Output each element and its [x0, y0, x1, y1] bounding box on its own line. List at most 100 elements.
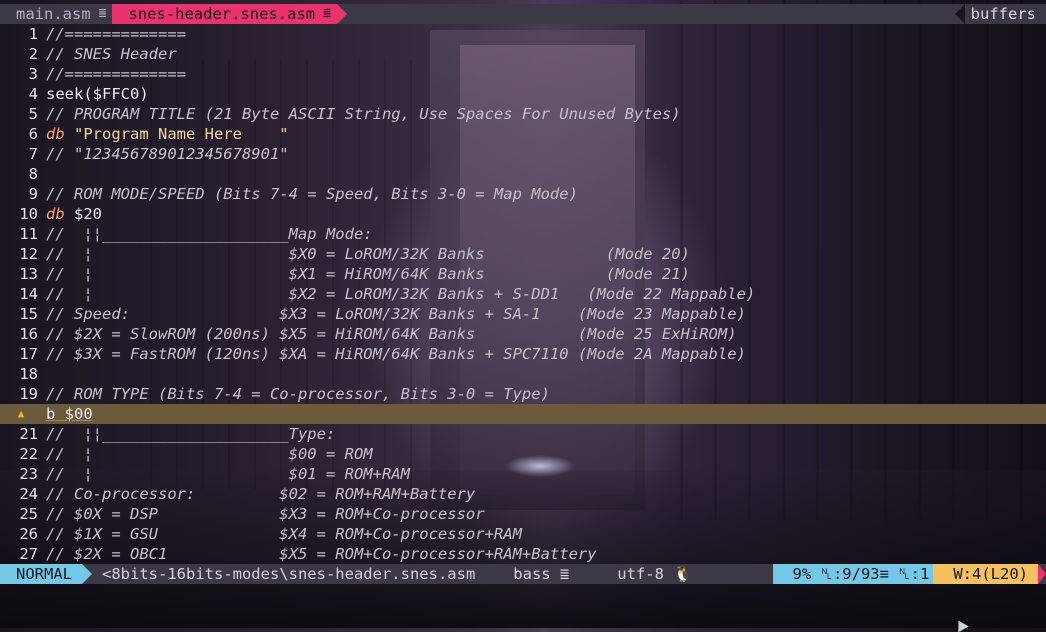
code-token: // ROM MODE/SPEED (Bits 7-4 = Speed, Bit… [46, 185, 578, 203]
line-number: 27 [19, 545, 38, 563]
file-lines-icon: ≣ [323, 6, 331, 21]
code-line[interactable]: 22 // ¦ $00 = ROM [0, 444, 1046, 464]
code-text: db $20 [46, 204, 102, 224]
line-number: 22 [19, 445, 38, 463]
code-token: b $00 [46, 405, 93, 423]
code-text: // ¦ $X0 = LoROM/32K Banks (Mode 20) [46, 244, 690, 264]
status-end-cap [1038, 564, 1046, 584]
status-filepath: <8bits-16bits-modes\snes-header.snes.asm [102, 565, 476, 583]
line-number: 18 [19, 365, 38, 383]
buffers-label[interactable]: buffers [950, 4, 1046, 24]
code-line[interactable]: 21 // ¦¦____________________Type: [0, 424, 1046, 444]
code-token: // ¦ $00 = ROM [46, 445, 373, 463]
line-number: 6 [28, 125, 38, 143]
status-warning: W:4(L20) [933, 564, 1038, 584]
code-line[interactable]: 27 // $2X = OBC1 $X5 = ROM+Co-processor+R… [0, 544, 1046, 564]
code-text: // Speed: $X3 = LoROM/32K Banks + SA-1 (… [46, 304, 746, 324]
code-token: //============= [46, 25, 186, 43]
code-line[interactable]: 26 // $1X = GSU $X4 = ROM+Co-processor+RA… [0, 524, 1046, 544]
code-line[interactable]: 19 // ROM TYPE (Bits 7-4 = Co-processor, … [0, 384, 1046, 404]
code-token: // Speed: $X3 = LoROM/32K Banks + SA-1 (… [46, 305, 746, 323]
code-token: // ¦ $X0 = LoROM/32K Banks (Mode 20) [46, 245, 690, 263]
code-line[interactable]: 11 // ¦¦____________________Map Mode: [0, 224, 1046, 244]
code-text: // ¦ $00 = ROM [46, 444, 373, 464]
line-number: 19 [19, 385, 38, 403]
line-number: 14 [19, 285, 38, 303]
code-line[interactable]: 8 [0, 164, 1046, 184]
code-token: // $0X = DSP $X3 = ROM+Co-processor [46, 505, 485, 523]
line-number: 25 [19, 505, 38, 523]
mouse-pointer-icon [953, 617, 969, 632]
line-number: 23 [19, 465, 38, 483]
line-number: 16 [19, 325, 38, 343]
code-token: db [46, 125, 65, 143]
code-token: // PROGRAM TITLE (21 Byte ASCII String, … [46, 105, 681, 123]
code-line[interactable]: 23 // ¦ $01 = ROM+RAM [0, 464, 1046, 484]
code-line[interactable]: 3 //============= [0, 64, 1046, 84]
code-text: // "123456789012345678901" [46, 144, 289, 164]
code-line[interactable]: 24 // Co-processor: $02 = ROM+RAM+Battery [0, 484, 1046, 504]
line-number: 2 [28, 45, 38, 63]
tab-label: snes-header.snes.asm [128, 5, 316, 23]
code-text: // ¦ $X1 = HiROM/64K Banks (Mode 21) [46, 264, 690, 284]
code-text: // $3X = FastROM (120ns) $XA = HiROM/64K… [46, 344, 746, 364]
code-text: // $1X = GSU $X4 = ROM+Co-processor+RAM [46, 524, 522, 544]
warning-sign-icon: ▲ [17, 407, 25, 420]
code-line[interactable]: 7 // "123456789012345678901" [0, 144, 1046, 164]
code-token: // $2X = SlowROM (200ns) $X5 = HiROM/64K… [46, 325, 737, 343]
code-line[interactable]: 13 // ¦ $X1 = HiROM/64K Banks (Mode 21) [0, 264, 1046, 284]
code-line[interactable]: 5 // PROGRAM TITLE (21 Byte ASCII String,… [0, 104, 1046, 124]
line-number: 3 [28, 65, 38, 83]
status-separator [82, 564, 92, 584]
code-token: // ¦¦____________________Map Mode: [46, 225, 373, 243]
line-number: 12 [19, 245, 38, 263]
code-line[interactable]: 10 db $20 [0, 204, 1046, 224]
code-line[interactable]: 16 // $2X = SlowROM (200ns) $X5 = HiROM/6… [0, 324, 1046, 344]
code-text: b $00 [46, 404, 93, 424]
code-line[interactable]: 4 seek($FFC0) [0, 84, 1046, 104]
tab-snes-header[interactable]: snes-header.snes.asm ≣ [112, 4, 337, 24]
current-line[interactable]: ▲ b $00 [0, 404, 1046, 424]
line-number: 13 [19, 265, 38, 283]
code-token: $20 [64, 205, 102, 223]
file-lines-icon: ≣ [98, 6, 107, 21]
code-text: // ROM TYPE (Bits 7-4 = Co-processor, Bi… [46, 384, 550, 404]
line-number: 11 [19, 225, 38, 243]
statusline: NORMAL <8bits-16bits-modes\snes-header.s… [0, 564, 1046, 584]
code-line[interactable]: 17 // $3X = FastROM (120ns) $XA = HiROM/6… [0, 344, 1046, 364]
line-number: 9 [28, 185, 38, 203]
code-line[interactable]: 12 // ¦ $X0 = LoROM/32K Banks (Mode 20) [0, 244, 1046, 264]
code-text: seek($FFC0) [46, 84, 149, 104]
code-token: // ¦ $01 = ROM+RAM [46, 465, 410, 483]
code-line[interactable]: 2 // SNES Header [0, 44, 1046, 64]
status-position: 9% ␤:9/93≡ ␤:1 [772, 564, 934, 584]
line-number: 24 [19, 485, 38, 503]
code-line[interactable]: 14 // ¦ $X2 = LoROM/32K Banks + S-DD1 (Mo… [0, 284, 1046, 304]
line-number: 5 [28, 105, 38, 123]
code-line[interactable]: 6 db "Program Name Here " [0, 124, 1046, 144]
code-line[interactable]: 25 // $0X = DSP $X3 = ROM+Co-processor [0, 504, 1046, 524]
tab-main-asm[interactable]: main.asm ≣ [0, 4, 113, 24]
tabline-fill [346, 4, 951, 24]
line-number: 21 [19, 425, 38, 443]
tab-separator [954, 4, 965, 24]
code-text: // ¦¦____________________Type: [46, 424, 335, 444]
code-text: // SNES Header [46, 44, 177, 64]
buffers-text: buffers [970, 5, 1036, 23]
tab-label: main.asm [16, 5, 91, 23]
status-filetype: bass ≣ [513, 565, 570, 583]
line-number: 4 [28, 85, 38, 103]
code-token: "Program Name Here " [64, 125, 289, 143]
code-token: // ¦ $X1 = HiROM/64K Banks (Mode 21) [46, 265, 690, 283]
code-text: // PROGRAM TITLE (21 Byte ASCII String, … [46, 104, 681, 124]
code-line[interactable]: 1 //============= [0, 24, 1046, 44]
line-number: 17 [19, 345, 38, 363]
code-token: //============= [46, 65, 186, 83]
mode-indicator: NORMAL [0, 564, 82, 584]
code-line[interactable]: 18 [0, 364, 1046, 384]
code-token: // $2X = OBC1 $X5 = ROM+Co-processor+RAM… [46, 545, 597, 563]
code-token: // ROM TYPE (Bits 7-4 = Co-processor, Bi… [46, 385, 550, 403]
code-line[interactable]: 9 // ROM MODE/SPEED (Bits 7-4 = Speed, Bi… [0, 184, 1046, 204]
code-line[interactable]: 15 // Speed: $X3 = LoROM/32K Banks + SA-1… [0, 304, 1046, 324]
code-text: // $0X = DSP $X3 = ROM+Co-processor [46, 504, 485, 524]
